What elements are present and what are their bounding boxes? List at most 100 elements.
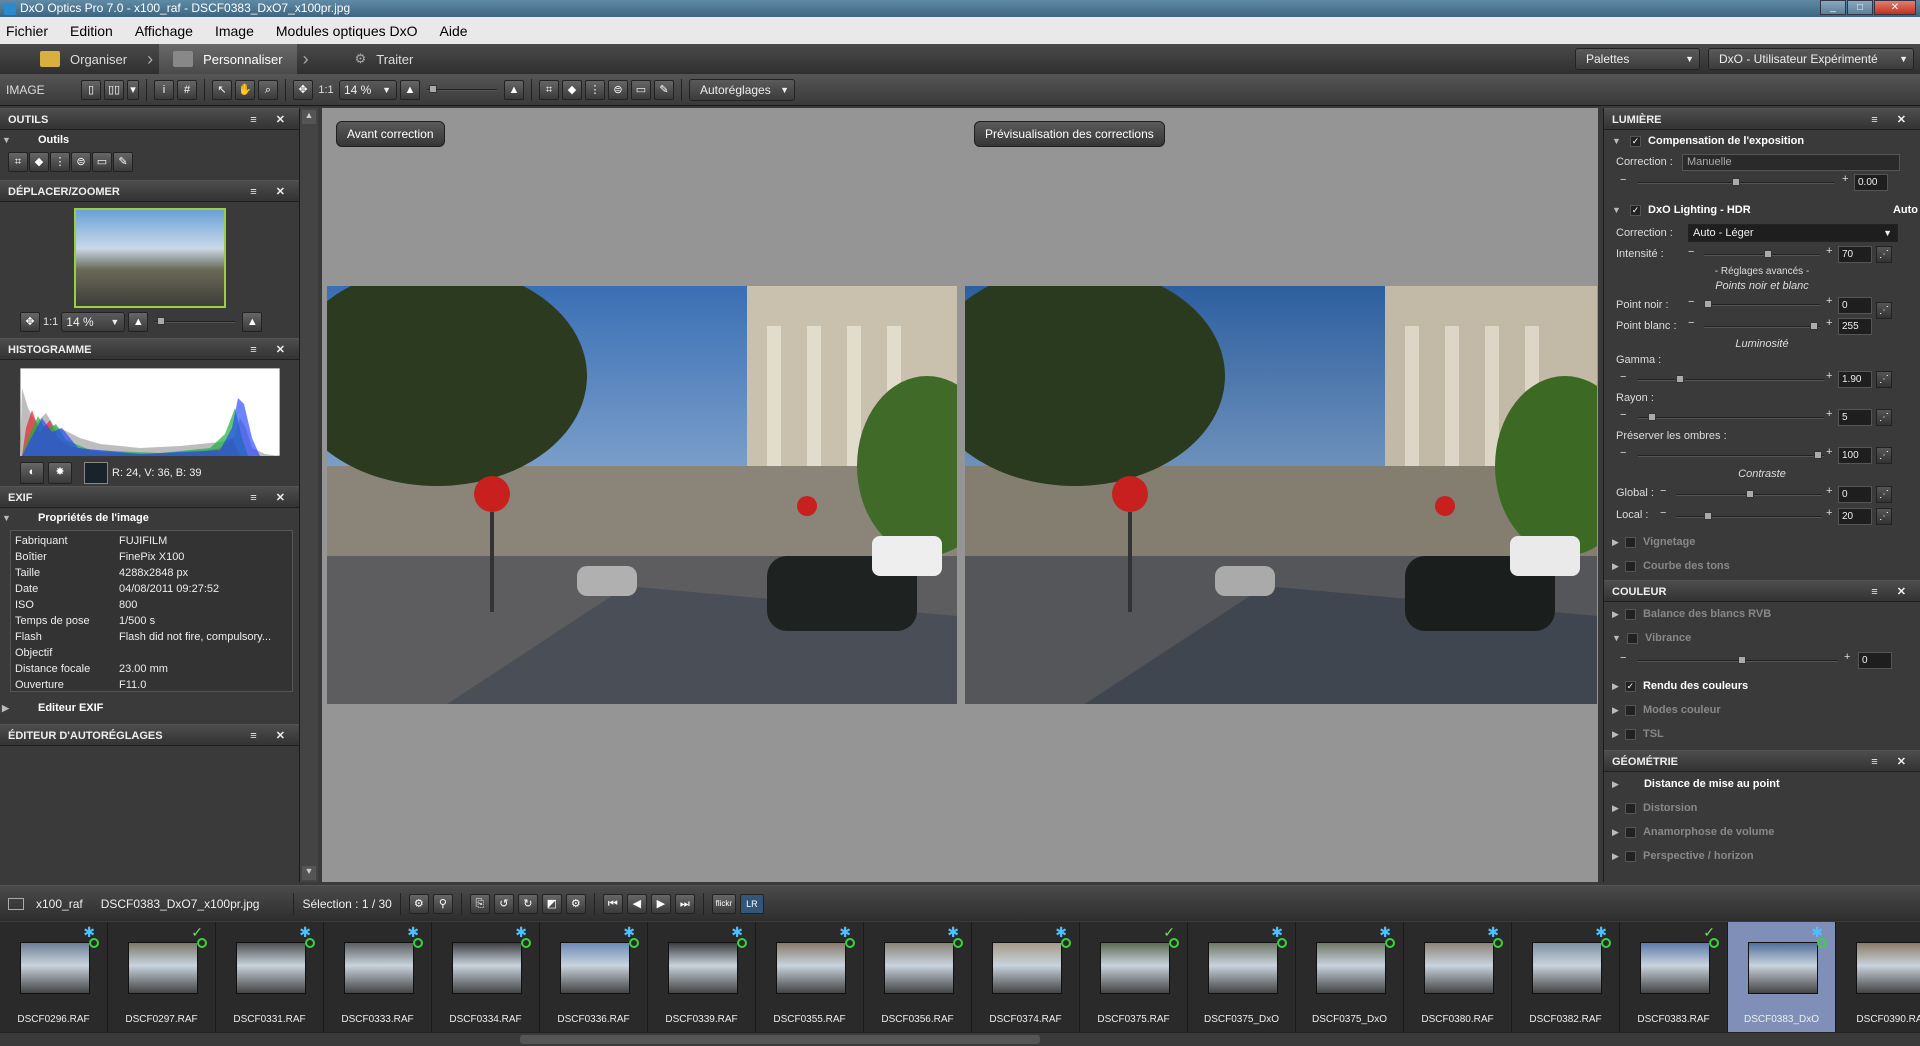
tab-organize[interactable]: Organiser xyxy=(0,44,141,74)
grid-icon[interactable]: # xyxy=(177,79,197,100)
white-point-value[interactable]: 255 xyxy=(1838,318,1872,335)
plus-icon[interactable]: + xyxy=(1826,408,1832,420)
flickr-export-button[interactable]: flickr xyxy=(711,893,736,914)
panel-controls[interactable]: ≡ ✕ xyxy=(1871,109,1914,131)
plus-icon[interactable]: + xyxy=(1826,507,1832,519)
scroll-down-icon[interactable]: ▼ xyxy=(302,866,316,880)
close-button[interactable]: ✕ xyxy=(1874,0,1916,15)
filmstrip-thumbnail[interactable]: ✱ DSCF0333.RAF xyxy=(324,922,432,1032)
expand-arrow-icon[interactable]: ▶ xyxy=(1612,609,1619,619)
expand-arrow-icon[interactable]: ▶ xyxy=(1612,779,1619,789)
plus-icon[interactable]: + xyxy=(1826,485,1832,497)
exif-editor-subheader[interactable]: Editeur EXIF xyxy=(0,698,299,718)
next-icon[interactable]: ▶ xyxy=(650,893,671,914)
menu-affichage[interactable]: Affichage xyxy=(135,23,193,39)
expand-arrow-icon[interactable]: ▶ xyxy=(1612,803,1619,813)
minus-icon[interactable]: − xyxy=(1660,507,1666,519)
last-icon[interactable]: ⏭ xyxy=(674,893,695,914)
filmstrip-thumbnail[interactable]: ✱ DSCF0383_DxO xyxy=(1728,922,1836,1032)
local-contrast-value[interactable]: 20 xyxy=(1838,508,1872,525)
menu-fichier[interactable]: Fichier xyxy=(6,23,48,39)
expand-arrow-icon[interactable]: ▶ xyxy=(1612,851,1619,861)
preview-corrections-label[interactable]: Prévisualisation des corrections xyxy=(974,121,1165,147)
filmstrip-thumbnail[interactable]: ✱ DSCF0356.RAF xyxy=(864,922,972,1032)
color-modes-section[interactable]: ▶ Modes couleur xyxy=(1604,698,1920,722)
compare-view-icon[interactable]: ▯▯ xyxy=(104,79,124,100)
fit-icon[interactable]: ✥ xyxy=(293,79,313,100)
navigator-zoom-slider[interactable] xyxy=(151,312,239,332)
minimize-button[interactable]: _ xyxy=(1820,0,1846,15)
minus-icon[interactable]: − xyxy=(1620,174,1626,186)
first-icon[interactable]: ⏮ xyxy=(602,893,623,914)
expand-arrow-icon[interactable]: ▶ xyxy=(1612,537,1619,547)
plus-icon[interactable]: + xyxy=(1826,370,1832,382)
gamma-slider[interactable] xyxy=(1638,375,1824,383)
pin-icon[interactable]: ⚲ xyxy=(432,893,453,914)
minus-icon[interactable]: − xyxy=(1620,447,1626,459)
plus-icon[interactable]: + xyxy=(1826,295,1832,307)
image-properties-subheader[interactable]: Propriétés de l'image xyxy=(0,508,299,528)
expand-arrow-icon[interactable]: ▶ xyxy=(1612,827,1619,837)
single-view-icon[interactable]: ▯ xyxy=(81,79,101,100)
vignetting-section[interactable]: ▶ Vignetage xyxy=(1604,530,1920,554)
collapse-arrow-icon[interactable]: ▼ xyxy=(1612,136,1621,146)
hsl-checkbox[interactable] xyxy=(1624,728,1636,740)
menu-aide[interactable]: Aide xyxy=(440,23,468,39)
filmstrip-thumbnail[interactable]: ✱ DSCF0331.RAF xyxy=(216,922,324,1032)
filmstrip-thumbnail[interactable]: ✱ DSCF0374.RAF xyxy=(972,922,1080,1032)
radius-value[interactable]: 5 xyxy=(1838,409,1872,426)
tone-curve-checkbox[interactable] xyxy=(1624,560,1636,572)
expand-arrow-icon[interactable]: ▶ xyxy=(1612,705,1619,715)
tone-curve-section[interactable]: ▶ Courbe des tons xyxy=(1604,554,1920,578)
exposure-slider[interactable] xyxy=(1638,178,1834,186)
shadows-slider[interactable] xyxy=(1638,451,1824,459)
menu-image[interactable]: Image xyxy=(215,23,254,39)
pointer-icon[interactable]: ↖ xyxy=(212,79,232,100)
collapse-arrow-icon[interactable]: ▼ xyxy=(1612,205,1621,215)
eraser-icon[interactable]: ◆ xyxy=(562,79,582,100)
exposure-section-header[interactable]: ▼ ✓ Compensation de l'exposition xyxy=(1604,130,1920,152)
filmstrip-thumbnail[interactable]: ✓ DSCF0383.RAF xyxy=(1620,922,1728,1032)
panel-controls[interactable]: ≡ ✕ xyxy=(250,725,293,747)
filmstrip-thumbnail[interactable]: ✱ DSCF0296.RAF xyxy=(0,922,108,1032)
vibrance-value[interactable]: 0 xyxy=(1858,652,1892,669)
vignetting-checkbox[interactable] xyxy=(1624,536,1636,548)
exposure-value[interactable]: 0.00 xyxy=(1854,174,1888,191)
collapse-arrow-icon[interactable]: ▼ xyxy=(1612,633,1621,643)
zoom-1-1-button[interactable]: 1:1 xyxy=(316,84,336,96)
gamma-value[interactable]: 1.90 xyxy=(1838,371,1872,388)
filmstrip-thumbnail[interactable]: ✱ DSCF0339.RAF xyxy=(648,922,756,1032)
vertical-lines-icon[interactable]: ⋮ xyxy=(50,152,70,172)
minus-icon[interactable]: − xyxy=(1688,246,1694,258)
local-contrast-slider[interactable] xyxy=(1676,512,1822,520)
copy-icon[interactable]: ⎘ xyxy=(469,893,490,914)
perspective-checkbox[interactable] xyxy=(1624,850,1636,862)
zoom-out-icon[interactable]: ▲ xyxy=(400,79,420,100)
filmstrip-thumbnail[interactable]: ✱ DSCF0336.RAF xyxy=(540,922,648,1032)
hand-icon[interactable]: ✋ xyxy=(235,79,255,100)
panel-controls[interactable]: ≡ ✕ xyxy=(1871,581,1914,603)
panel-controls[interactable]: ≡ ✕ xyxy=(250,181,293,203)
minus-icon[interactable]: − xyxy=(1620,409,1626,421)
filmstrip-thumbnail[interactable]: ✱ DSCF0355.RAF xyxy=(756,922,864,1032)
anamorphosis-checkbox[interactable] xyxy=(1624,826,1636,838)
before-image[interactable] xyxy=(327,286,957,704)
workspace-dropdown[interactable]: DxO - Utilisateur Expérimenté xyxy=(1708,48,1914,70)
vibrance-checkbox[interactable] xyxy=(1626,632,1638,644)
minus-icon[interactable]: − xyxy=(1688,317,1694,329)
filmstrip-thumbnail[interactable]: ✱ DSCF0375_DxO xyxy=(1188,922,1296,1032)
plus-icon[interactable]: + xyxy=(1826,317,1832,329)
lightroom-export-button[interactable]: LR xyxy=(739,893,764,914)
navigator-zoom-dropdown[interactable]: 14 % xyxy=(61,312,126,332)
maximize-button[interactable]: □ xyxy=(1847,0,1873,15)
rotate-right-icon[interactable]: ↻ xyxy=(517,893,538,914)
view-dropdown-icon[interactable]: ▾ xyxy=(127,79,139,100)
scroll-up-icon[interactable]: ▲ xyxy=(302,110,316,124)
filmstrip-thumbnail[interactable]: ✱ DSCF0375_DxO xyxy=(1296,922,1404,1032)
preview-image[interactable] xyxy=(965,286,1597,704)
vertical-lines-icon[interactable]: ⋮ xyxy=(585,79,605,100)
zoom-out-icon[interactable]: ▲ xyxy=(128,312,149,332)
minus-icon[interactable]: − xyxy=(1620,371,1626,383)
intensity-value[interactable]: 70 xyxy=(1838,246,1872,263)
black-point-value[interactable]: 0 xyxy=(1838,297,1872,314)
